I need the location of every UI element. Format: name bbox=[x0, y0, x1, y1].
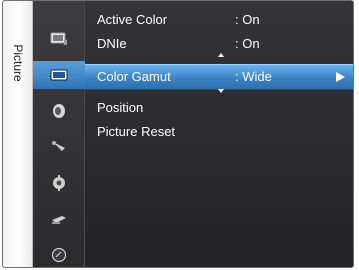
menu-item-value: : On bbox=[235, 36, 260, 51]
menu-item-position[interactable]: Position bbox=[85, 98, 353, 118]
sound-icon[interactable] bbox=[50, 103, 68, 119]
menu-item-color-gamut[interactable]: Color Gamut : Wide bbox=[85, 64, 353, 90]
osd-menu-window: Picture Active Color: On DNIe: On Colo… bbox=[2, 0, 354, 268]
scroll-up-indicator-icon bbox=[218, 53, 224, 57]
monitor-icon[interactable] bbox=[50, 31, 68, 47]
menu-item-value: : Wide bbox=[235, 69, 272, 84]
picture-icon[interactable] bbox=[32, 61, 85, 89]
tab-label: Picture bbox=[11, 44, 25, 82]
application-icon[interactable] bbox=[50, 247, 68, 263]
scroll-down-indicator-icon bbox=[218, 89, 224, 93]
menu-item-label: Active Color bbox=[97, 12, 168, 27]
menu-item-picture-reset[interactable]: Picture Reset bbox=[85, 122, 353, 142]
input-icon[interactable] bbox=[50, 211, 68, 227]
channel-icon[interactable] bbox=[50, 139, 68, 155]
setup-icon[interactable] bbox=[50, 175, 68, 191]
picture-menu: Active Color : On DNIe : On Color Gamut … bbox=[85, 1, 353, 267]
menu-item-dnie[interactable]: DNIe : On bbox=[85, 34, 353, 54]
menu-item-label: DNIe bbox=[97, 36, 127, 51]
menu-item-active-color[interactable]: Active Color : On bbox=[85, 10, 353, 30]
chevron-right-icon[interactable] bbox=[336, 72, 345, 82]
menu-icon-column bbox=[32, 1, 85, 267]
menu-item-value: : On bbox=[235, 12, 260, 27]
menu-item-label: Color Gamut bbox=[97, 69, 171, 84]
menu-item-label: Picture Reset bbox=[97, 124, 176, 139]
menu-item-label: Position bbox=[97, 100, 144, 115]
picture-tab[interactable]: Picture bbox=[3, 1, 33, 267]
